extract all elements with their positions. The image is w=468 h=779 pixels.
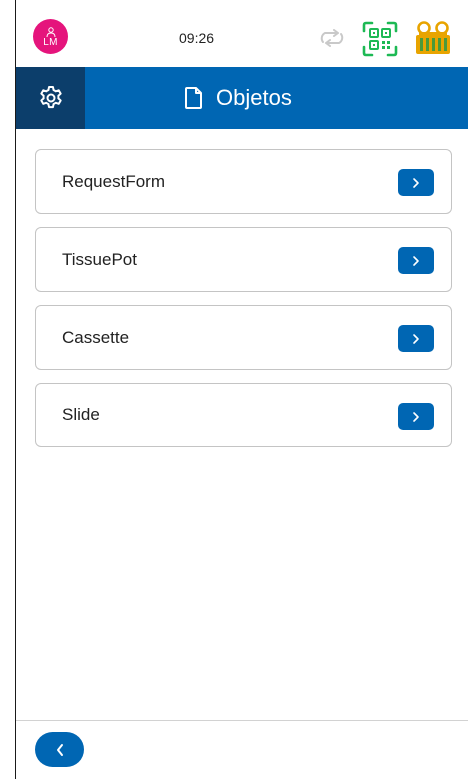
settings-button[interactable] xyxy=(16,67,85,129)
clock: 09:26 xyxy=(179,30,215,46)
avatar-initials: LM xyxy=(43,36,58,48)
chevron-right-icon xyxy=(413,411,419,422)
back-button[interactable] xyxy=(35,732,84,767)
list-item-label: Slide xyxy=(62,405,100,424)
open-item-button[interactable] xyxy=(398,169,434,196)
header-bar: Objetos xyxy=(16,67,468,129)
list-item-label: TissuePot xyxy=(62,249,137,269)
app-frame: LM 09:26 Objetos RequestForm TissuePot C… xyxy=(15,0,468,779)
open-item-button[interactable] xyxy=(398,247,434,274)
gear-icon xyxy=(39,86,62,109)
list-item-requestform[interactable]: RequestForm xyxy=(35,149,452,214)
person-icon xyxy=(46,26,55,37)
list-item-label: RequestForm xyxy=(62,171,165,191)
footer-divider xyxy=(16,720,468,721)
chevron-right-icon xyxy=(413,333,419,344)
chevron-right-icon xyxy=(413,177,419,188)
list-item-label: Cassette xyxy=(62,327,130,347)
chevron-right-icon xyxy=(413,255,419,266)
open-item-button[interactable] xyxy=(398,325,434,352)
page-title: Objetos xyxy=(184,67,292,129)
chevron-left-icon xyxy=(56,743,63,756)
document-icon xyxy=(185,87,202,109)
user-avatar[interactable]: LM xyxy=(33,19,68,54)
qr-code-icon[interactable] xyxy=(362,21,398,57)
sync-icon[interactable] xyxy=(317,29,347,47)
status-bar: LM 09:26 xyxy=(16,0,468,67)
page-title-text: Objetos xyxy=(216,85,292,110)
list-item-tissuepot[interactable]: TissuePot xyxy=(35,227,452,292)
objects-list: RequestForm TissuePot Cassette Slide xyxy=(35,149,452,460)
list-item-cassette[interactable]: Cassette xyxy=(35,305,452,370)
label-printer-icon[interactable] xyxy=(415,20,451,56)
list-item-slide[interactable]: Slide xyxy=(35,383,452,447)
open-item-button[interactable] xyxy=(398,403,434,430)
